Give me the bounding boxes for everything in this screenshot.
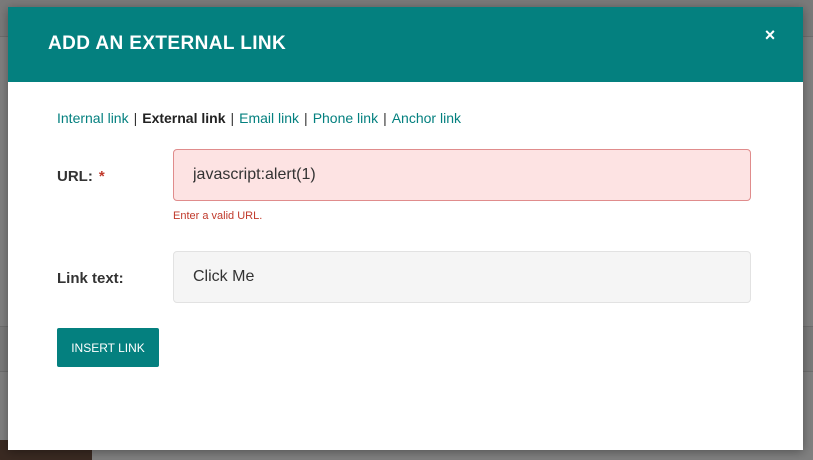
url-input[interactable] [173,149,751,201]
tab-separator: | [133,110,138,126]
link-type-tabs: Internal link | External link | Email link | P… [57,110,461,126]
tab-phone-link[interactable]: Phone link [313,110,378,126]
url-label-text: URL: [57,168,93,185]
tab-separator: | [383,110,387,126]
url-field-label: URL: * [57,168,105,185]
tab-separator: | [230,110,235,126]
required-marker: * [98,168,105,185]
dialog-header: ADD AN EXTERNAL LINK × [8,7,803,82]
link-text-label: Link text: [57,270,124,287]
add-link-dialog: ADD AN EXTERNAL LINK × Internal link | Ext… [8,7,803,450]
tab-anchor-link[interactable]: Anchor link [392,110,461,126]
link-text-input[interactable] [173,251,751,303]
tab-separator: | [304,110,308,126]
insert-link-button[interactable]: INSERT LINK [57,328,159,367]
close-icon[interactable]: × [757,22,783,48]
tab-internal-link[interactable]: Internal link [57,110,129,126]
tab-external-link: External link [142,110,226,126]
tab-email-link[interactable]: Email link [239,110,299,126]
dialog-title: ADD AN EXTERNAL LINK [48,33,287,54]
url-error-message: Enter a valid URL. [173,210,263,222]
